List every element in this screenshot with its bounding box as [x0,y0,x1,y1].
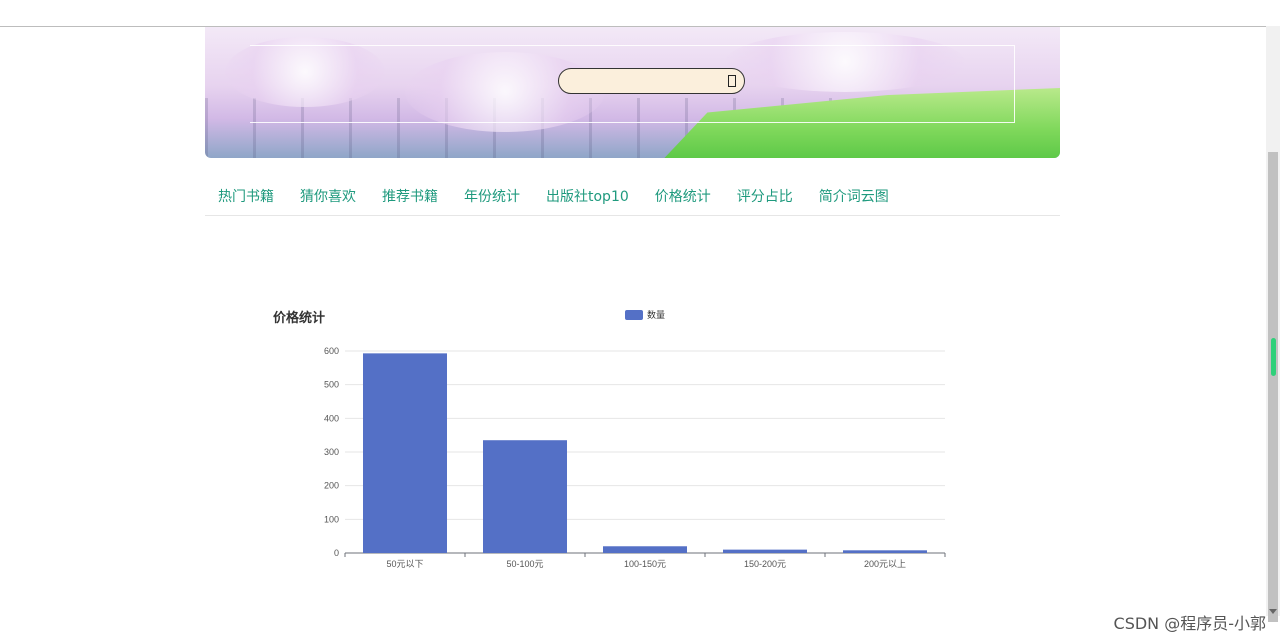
bar [483,440,567,553]
nav-item-hot-books[interactable]: 热门书籍 [218,180,274,214]
nav-item-year-stats[interactable]: 年份统计 [464,180,520,214]
header-banner [205,27,1060,158]
y-tick-label: 0 [334,548,339,558]
nav-item-publisher-top10[interactable]: 出版社top10 [546,180,629,214]
y-tick-label: 100 [324,514,339,524]
y-tick-label: 400 [324,413,339,423]
x-tick-label: 200元以上 [864,559,906,569]
search-box[interactable] [558,68,745,94]
chart-svg: 0 100 200 300 400 500 600 50元以下 50-100元 100-150元 1… [324,309,946,569]
y-tick-label: 500 [324,380,339,390]
side-indicator [1271,338,1276,376]
x-tick-label: 100-150元 [624,559,666,569]
x-tick-label: 50元以下 [386,559,423,569]
nav-item-guess-you-like[interactable]: 猜你喜欢 [300,180,356,214]
bar [603,546,687,553]
page-scrollbar[interactable] [1266,26,1280,622]
watermark: CSDN @程序员-小郭 [1113,614,1266,633]
x-tick-label: 150-200元 [744,559,786,569]
bar [723,549,807,553]
nav-item-recommended-books[interactable]: 推荐书籍 [382,180,438,214]
nav-item-price-stats[interactable]: 价格统计 [655,180,711,214]
nav-item-rating-ratio[interactable]: 评分占比 [737,180,793,214]
chart-title: 价格统计 [273,311,326,326]
legend-swatch [625,310,643,320]
x-tick-label: 50-100元 [506,559,543,569]
scroll-down-arrow-icon[interactable] [1269,609,1277,614]
nav-item-wordcloud[interactable]: 简介词云图 [819,180,889,214]
bar [363,353,447,553]
main-nav: 热门书籍 猜你喜欢 推荐书籍 年份统计 出版社top10 价格统计 评分占比 简… [205,180,1060,216]
scrollbar-thumb[interactable] [1268,152,1278,622]
search-icon[interactable] [728,75,736,87]
legend-label: 数量 [647,309,665,321]
bar [843,550,927,553]
y-tick-label: 200 [324,481,339,491]
search-input[interactable] [569,69,723,93]
price-chart: 价格统计 0 100 200 300 400 500 600 50元以下 50-100元 100-… [265,295,965,589]
y-tick-label: 600 [324,346,339,356]
y-tick-label: 300 [324,447,339,457]
